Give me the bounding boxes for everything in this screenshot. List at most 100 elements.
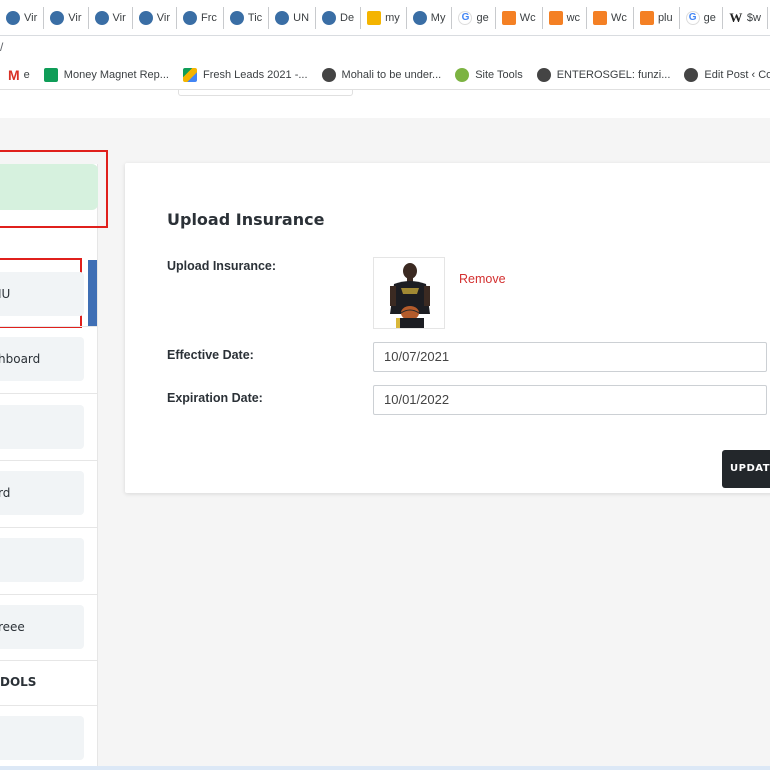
sidebar-item-dashboard[interactable]: hboard	[0, 337, 84, 381]
browser-tab-label: UN	[293, 11, 310, 24]
browser-tab[interactable]: Tic	[224, 6, 270, 29]
remove-link[interactable]: Remove	[459, 272, 506, 286]
globe-icon	[94, 10, 109, 25]
expiration-date-label: Expiration Date:	[167, 391, 263, 405]
bottom-scrollbar	[0, 766, 770, 770]
bookmark-label: Edit Post ‹ Colon I	[704, 68, 770, 81]
sidebar-item-label: rd	[0, 486, 11, 500]
bookmark-item[interactable]: Edit Post ‹ Colon I	[684, 67, 770, 82]
browser-tab[interactable]: wc	[543, 6, 588, 29]
browser-tab-label: Vir	[156, 11, 170, 24]
expiration-date-field[interactable]: 10/01/2022	[373, 385, 767, 415]
bookmark-label: e	[23, 68, 30, 81]
browser-tab-label: Frc	[201, 11, 217, 24]
sidebar-item-reee[interactable]: reee	[0, 605, 84, 649]
sidebar-section-heading: DOLS	[0, 675, 36, 689]
sidebar-item-board[interactable]: rd	[0, 471, 84, 515]
browser-tab[interactable]: Gge	[452, 6, 496, 29]
browser-tab-label: Wc	[611, 11, 627, 24]
stackoverflow-icon	[593, 10, 608, 25]
insurance-thumbnail[interactable]	[373, 257, 445, 329]
sidebar-item-3[interactable]	[0, 405, 84, 449]
browser-tab-label: My	[430, 11, 446, 24]
browser-tab[interactable]: Wc	[587, 6, 634, 29]
browser-tab-label: Wc	[519, 11, 536, 24]
browser-tab[interactable]: Vir	[0, 6, 45, 29]
sidebar-item-7[interactable]	[0, 716, 84, 760]
globe-icon	[322, 10, 337, 25]
gmail-icon: M	[8, 66, 20, 83]
browser-tab-label: ge	[476, 11, 489, 24]
globe-icon	[50, 10, 65, 25]
google-icon: G	[458, 10, 473, 25]
section-heading-label: DOLS	[0, 675, 37, 689]
browser-tab[interactable]: W $w	[723, 6, 768, 29]
browser-tab[interactable]: De	[316, 6, 362, 29]
globe-icon	[275, 10, 290, 25]
google-icon: G	[685, 10, 700, 25]
sidebar-item-label: hboard	[0, 352, 41, 366]
browser-tab-label: my	[385, 11, 400, 24]
sidebar-item-label: reee	[0, 620, 25, 634]
sidebar: IU hboard rd reee DOLS	[0, 150, 108, 770]
page-header	[0, 90, 770, 118]
bookmark-label: ENTEROSGEL: funzi...	[556, 68, 671, 81]
stackoverflow-icon	[639, 10, 654, 25]
globe-icon	[229, 10, 244, 25]
browser-tab-label: plu	[657, 11, 673, 24]
stackoverflow-icon	[548, 10, 563, 25]
highlight-annotation	[0, 150, 108, 228]
sidebar-item-5[interactable]	[0, 538, 84, 582]
browser-tab-label: Tic	[247, 11, 263, 24]
card-title: Upload Insurance	[167, 210, 325, 229]
bookmark-item[interactable]: Site Tools	[455, 67, 523, 82]
sidebar-item-menu[interactable]: IU	[0, 272, 84, 316]
browser-tab[interactable]: Vir	[89, 6, 133, 29]
address-bar[interactable]: /	[0, 36, 770, 60]
bookmark-item[interactable]: Money Magnet Rep...	[43, 67, 169, 82]
bookmark-item[interactable]: Mohali to be under...	[321, 67, 442, 82]
divider	[0, 527, 98, 528]
globe-icon	[321, 67, 336, 82]
divider	[0, 660, 98, 661]
active-indicator	[88, 260, 97, 326]
divider	[0, 460, 98, 461]
browser-tab[interactable]: Vir	[44, 6, 89, 29]
bookmarks-bar: Me Money Magnet Rep... Fresh Leads 2021 -.…	[0, 60, 770, 90]
browser-tab[interactable]: UN	[269, 6, 317, 29]
divider	[0, 594, 98, 595]
bookmark-label: Site Tools	[475, 68, 523, 81]
globe-icon	[138, 10, 153, 25]
browser-tab-label: Vir	[112, 11, 126, 24]
browser-tab-label: wc	[566, 11, 581, 24]
url-text: /	[0, 40, 4, 54]
drive-icon	[367, 10, 382, 25]
update-button[interactable]: UPDATE	[722, 450, 770, 488]
effective-date-label: Effective Date:	[167, 348, 254, 362]
globe-icon	[183, 10, 197, 25]
header-input[interactable]	[178, 90, 353, 96]
browser-tab[interactable]: My	[407, 6, 453, 29]
browser-tab[interactable]: Frc	[177, 6, 224, 29]
bookmark-label: Fresh Leads 2021 -...	[202, 68, 308, 81]
effective-date-field[interactable]: 10/07/2021	[373, 342, 767, 372]
browser-tab[interactable]: plu	[634, 6, 680, 29]
bookmark-item[interactable]: Fresh Leads 2021 -...	[182, 67, 308, 82]
browser-tab-label: ge	[703, 11, 716, 24]
page-content: IU hboard rd reee DOLS U	[0, 90, 770, 770]
bookmark-item[interactable]: Me	[8, 67, 30, 83]
browser-tab-label: Vir	[24, 11, 38, 24]
browser-tab[interactable]: Wc	[496, 6, 543, 29]
drive-icon	[182, 67, 197, 82]
browser-tab[interactable]: Gge	[680, 6, 723, 29]
upload-insurance-card: Upload Insurance Upload Insurance: Remov…	[125, 163, 770, 493]
browser-tab[interactable]: Vir	[133, 6, 177, 29]
wikipedia-icon: W	[728, 9, 743, 25]
divider	[0, 326, 98, 327]
bookmark-label: Money Magnet Rep...	[63, 68, 169, 81]
browser-tab-label: De	[340, 11, 355, 24]
browser-tab[interactable]: my	[361, 6, 407, 29]
bookmark-item[interactable]: ENTEROSGEL: funzi...	[536, 67, 671, 82]
bookmark-label: Mohali to be under...	[341, 68, 442, 81]
sidebar-item-label: IU	[0, 287, 11, 301]
